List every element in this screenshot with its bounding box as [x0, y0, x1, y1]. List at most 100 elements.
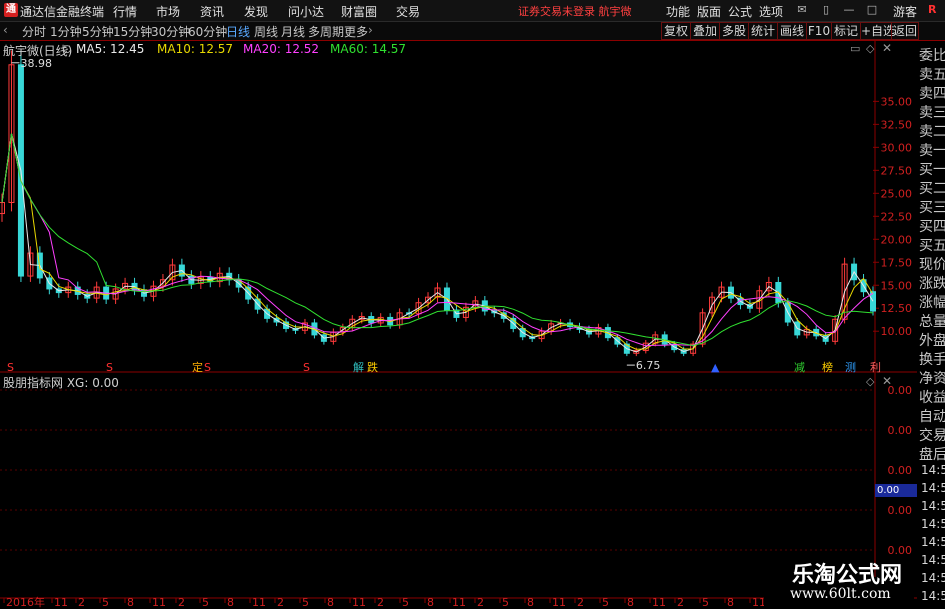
- time-tick-label: 2: [577, 596, 584, 609]
- ma-settings-icon[interactable]: ⊙: [62, 42, 72, 56]
- time-tick-label: 5: [102, 596, 109, 609]
- expand-icon[interactable]: ▭: [850, 42, 860, 55]
- side-panel-item[interactable]: 外盘: [919, 330, 945, 350]
- side-panel-item[interactable]: 总量: [919, 311, 945, 331]
- menu-discover[interactable]: 发现: [244, 3, 268, 20]
- mail-icon[interactable]: ✉: [796, 4, 808, 16]
- time-tick-label: 11: [152, 596, 166, 609]
- chevron-right-icon[interactable]: ›: [368, 23, 373, 37]
- time-tick-label: 11: [552, 596, 566, 609]
- event-marker: 榜: [822, 360, 833, 374]
- menu-formula[interactable]: 公式: [728, 3, 752, 20]
- guest-label[interactable]: 游客: [893, 3, 917, 20]
- side-panel-item[interactable]: 买三: [919, 197, 945, 217]
- tab-more[interactable]: 更多: [344, 23, 368, 40]
- tab-multi-period[interactable]: 多周期: [308, 23, 344, 40]
- menu-wealth[interactable]: 财富圈: [341, 3, 377, 20]
- back-button[interactable]: 返回: [891, 22, 919, 40]
- side-panel-item[interactable]: 盘后: [919, 444, 945, 464]
- time-tick-label: 2: [377, 596, 384, 609]
- side-panel-item[interactable]: 买五: [919, 235, 945, 255]
- ma10-label: MA10: 12.57: [157, 42, 234, 56]
- side-panel-item[interactable]: 卖二: [919, 121, 945, 141]
- time-tick-label: 8: [127, 596, 134, 609]
- side-panel-item[interactable]: 现价: [919, 254, 945, 274]
- side-panel-item[interactable]: 委比: [919, 45, 945, 65]
- event-marker: S: [303, 361, 310, 374]
- minimize-icon[interactable]: —: [843, 4, 855, 16]
- mark-button[interactable]: 标记: [831, 22, 861, 40]
- time-tick-label: 8: [527, 596, 534, 609]
- event-marker: 解: [353, 360, 364, 374]
- close-icon[interactable]: ✕: [882, 41, 892, 55]
- indicator-close-icon[interactable]: ✕: [882, 374, 892, 388]
- chart-canvas[interactable]: 35.0032.5030.0027.5025.0022.5020.0017.50…: [0, 40, 917, 609]
- tab-30min[interactable]: 30分钟: [151, 23, 190, 40]
- add-watchlist-button[interactable]: +自选: [860, 22, 895, 40]
- side-panel-item[interactable]: 买二: [919, 178, 945, 198]
- tab-intraday[interactable]: 分时: [22, 23, 46, 40]
- overlay-button[interactable]: 叠加: [690, 22, 720, 40]
- watermark-title: 乐淘公式网: [792, 563, 903, 588]
- menu-news[interactable]: 资讯: [200, 3, 224, 20]
- menu-trade[interactable]: 交易: [396, 3, 420, 20]
- tab-monthly[interactable]: 月线: [281, 23, 305, 40]
- event-marker: S: [7, 361, 14, 374]
- price-tick-label: 32.50: [881, 118, 913, 131]
- tab-daily[interactable]: 日线: [226, 23, 250, 40]
- side-panel-item[interactable]: 净资: [919, 368, 945, 388]
- side-panel-item[interactable]: 买一: [919, 159, 945, 179]
- maximize-icon[interactable]: □: [866, 4, 878, 16]
- event-marker: 跌: [367, 360, 378, 374]
- time-tick-label: 2: [677, 596, 684, 609]
- indicator-diamond-icon[interactable]: ◇: [866, 375, 874, 388]
- indicator-tick-label: 0.00: [888, 464, 913, 477]
- login-notice[interactable]: 证券交易未登录 航宇微: [518, 3, 632, 19]
- multi-stock-button[interactable]: 多股: [719, 22, 749, 40]
- tab-15min[interactable]: 15分钟: [113, 23, 152, 40]
- time-tick-label: 8: [427, 596, 434, 609]
- tab-1min[interactable]: 1分钟: [50, 23, 82, 40]
- menu-layout[interactable]: 版面: [697, 3, 721, 20]
- ma5-line: [1, 133, 874, 353]
- adjust-button[interactable]: 复权: [661, 22, 691, 40]
- side-panel-item[interactable]: 卖一: [919, 140, 945, 160]
- price-tick-label: 15.00: [881, 279, 913, 292]
- f10-button[interactable]: F10: [806, 22, 832, 40]
- event-marker: 定: [192, 360, 203, 374]
- menu-market[interactable]: 市场: [156, 3, 180, 20]
- statistics-button[interactable]: 统计: [748, 22, 778, 40]
- time-tick-label: 8: [327, 596, 334, 609]
- side-panel-item[interactable]: 涨幅: [919, 292, 945, 312]
- diamond-icon[interactable]: ◇: [866, 42, 874, 55]
- price-tick-label: 20.00: [881, 233, 913, 246]
- tick-time: 14:56: [921, 535, 945, 549]
- tick-time: 14:56: [921, 463, 945, 477]
- menu-options[interactable]: 选项: [759, 3, 783, 20]
- side-panel-item[interactable]: 自动: [919, 406, 945, 426]
- side-panel-item[interactable]: 交易: [919, 425, 945, 445]
- side-panel-item[interactable]: 卖四: [919, 83, 945, 103]
- draw-line-button[interactable]: 画线: [777, 22, 807, 40]
- time-tick-label: 2016年: [6, 595, 45, 609]
- tab-weekly[interactable]: 周线: [254, 23, 278, 40]
- toolbar-arrow-icon[interactable]: ‹: [3, 23, 8, 37]
- side-panel-item[interactable]: 卖三: [919, 102, 945, 122]
- side-panel-item[interactable]: 涨跌: [919, 273, 945, 293]
- time-tick-label: 8: [627, 596, 634, 609]
- event-marker: 测: [845, 361, 856, 374]
- ma60-line: [1, 133, 874, 347]
- tick-time: 14:56: [921, 553, 945, 567]
- tab-60min[interactable]: 60分钟: [188, 23, 227, 40]
- side-panel-item[interactable]: 收益: [919, 387, 945, 407]
- menu-function[interactable]: 功能: [666, 3, 690, 20]
- side-panel-item[interactable]: 卖五: [919, 64, 945, 84]
- menu-quotes[interactable]: 行情: [113, 3, 137, 20]
- menu-ask[interactable]: 问小达: [288, 3, 324, 20]
- side-panel-item[interactable]: 买四: [919, 216, 945, 236]
- indicator-current-value: 0.00: [875, 484, 917, 497]
- phone-icon[interactable]: ▯: [820, 4, 832, 16]
- side-panel-item[interactable]: 换手: [919, 349, 945, 369]
- tab-5min[interactable]: 5分钟: [82, 23, 114, 40]
- tick-time: 14:56: [921, 517, 945, 531]
